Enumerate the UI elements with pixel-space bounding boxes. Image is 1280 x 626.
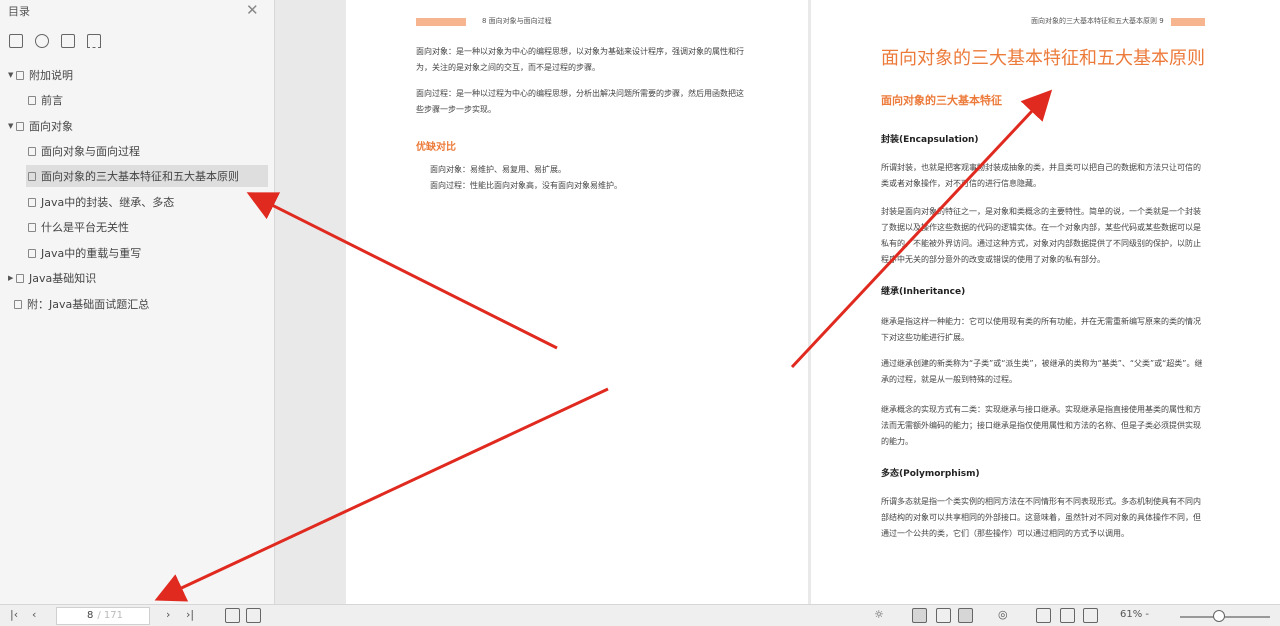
page-header: 8 面向对象与面向过程 [482, 17, 552, 25]
outline-item-label: 附：Java基础面试题汇总 [27, 298, 150, 311]
outline-expand-icon[interactable] [9, 34, 23, 48]
outline-item-selected[interactable]: 面向对象的三大基本特征和五大基本原则 [26, 165, 268, 187]
single-page-view-icon[interactable] [912, 608, 927, 623]
outline-item-label: 附加说明 [29, 69, 73, 82]
doc-icon [16, 121, 24, 131]
outline-collapse-icon[interactable] [35, 34, 49, 48]
document-view[interactable]: 8 面向对象与面向过程 面向对象：是一种以对象为中心的编程思想，以对象为基础来设… [276, 0, 1280, 604]
page-value: 8 [87, 610, 94, 621]
reading-mode-icon[interactable] [1083, 608, 1098, 623]
heading-inheritance: 继承(Inheritance) [881, 287, 966, 297]
outline-item[interactable]: 什么是平台无关性 [28, 216, 268, 238]
list-item: 面向对象：易维护、易复用、易扩展。 [430, 165, 566, 174]
paragraph: 继承概念的实现方式有二类：实现继承与接口继承。实现继承是指直接使用基类的属性和方… [881, 405, 1201, 446]
chapter-title: 面向对象的三大基本特征和五大基本原则 [881, 48, 1205, 69]
eye-protect-icon[interactable]: ☼ [874, 608, 884, 621]
outline-item[interactable]: 前言 [28, 89, 268, 111]
first-page-icon[interactable]: |‹ [10, 608, 18, 621]
caret-icon[interactable]: ▶ [8, 274, 16, 282]
paragraph: 所谓封装，也就是把客观事物封装成抽象的类，并且类可以把自己的数据和方法只让可信的… [881, 163, 1201, 188]
paragraph: 面向对象：是一种以对象为中心的编程思想，以对象为基础来设计程序，强调对象的属性和… [416, 47, 744, 72]
fullscreen-icon[interactable] [1060, 608, 1075, 623]
zoom-slider-handle[interactable] [1213, 610, 1225, 622]
fit-page-icon[interactable] [225, 608, 240, 623]
doc-icon [28, 222, 36, 232]
two-page-view-icon[interactable] [958, 608, 973, 623]
doc-icon [28, 146, 36, 156]
outline-item-label: Java中的封装、继承、多态 [41, 196, 175, 209]
outline-item-label: Java中的重载与重写 [41, 247, 142, 260]
outline-item[interactable]: Java中的重载与重写 [28, 242, 268, 264]
outline-item[interactable]: Java中的封装、继承、多态 [28, 191, 268, 213]
outline-item[interactable]: ▼ 面向对象 [8, 115, 268, 137]
bookmark-page-icon[interactable] [61, 34, 75, 48]
section-subtitle: 面向对象的三大基本特征 [881, 94, 1002, 107]
sidebar-toolbar [9, 34, 101, 48]
page-left: 8 面向对象与面向过程 面向对象：是一种以对象为中心的编程思想，以对象为基础来设… [346, 0, 808, 604]
header-page-badge [416, 18, 466, 26]
prev-page-icon[interactable]: ‹ [32, 608, 36, 621]
outline-item[interactable]: 面向对象与面向过程 [28, 140, 268, 162]
zoom-level[interactable]: 61% - [1120, 609, 1149, 620]
section-heading: 优缺对比 [416, 142, 456, 153]
outline-item[interactable]: ▼ 附加说明 [8, 64, 268, 86]
paragraph: 所谓多态就是指一个类实例的相同方法在不同情形有不同表现形式。多态机制使具有不同内… [881, 497, 1201, 538]
paragraph: 面向过程：是一种以过程为中心的编程思想，分析出解决问题所需要的步骤，然后用函数把… [416, 89, 744, 114]
paragraph: 继承是指这样一种能力：它可以使用现有类的所有功能，并在无需重新编写原来的类的情况… [881, 317, 1201, 342]
page-right: 面向对象的三大基本特征和五大基本原则 9 面向对象的三大基本特征和五大基本原则 … [811, 0, 1280, 604]
fit-width-icon[interactable] [1036, 608, 1051, 623]
next-page-icon[interactable]: › [166, 608, 170, 621]
heading-encapsulation: 封装(Encapsulation) [881, 135, 979, 145]
close-icon[interactable]: ✕ [246, 1, 259, 19]
doc-icon [28, 171, 36, 181]
outline-item-label: Java基础知识 [29, 272, 97, 285]
heading-polymorphism: 多态(Polymorphism) [881, 469, 980, 479]
rotate-icon[interactable] [246, 608, 261, 623]
outline-item-label: 面向对象与面向过程 [41, 145, 140, 158]
paragraph: 封装是面向对象的特征之一，是对象和类概念的主要特性。简单的说，一个类就是一个封装… [881, 207, 1201, 264]
doc-icon [28, 95, 36, 105]
list-item: 面向过程：性能比面向对象高，没有面向对象易维护。 [430, 181, 622, 190]
outline-item-label: 面向对象的三大基本特征和五大基本原则 [41, 170, 239, 183]
outline-item-label: 什么是平台无关性 [41, 221, 129, 234]
continuous-view-icon[interactable] [936, 608, 951, 623]
doc-icon [16, 70, 24, 80]
sidebar-title: 目录 [8, 5, 30, 18]
outline-item[interactable]: ▶ Java基础知识 [8, 267, 268, 289]
caret-icon[interactable]: ▼ [8, 71, 16, 79]
outline-item[interactable]: 附：Java基础面试题汇总 [14, 293, 268, 315]
last-page-icon[interactable]: ›| [186, 608, 194, 621]
bookmark-icon[interactable] [87, 34, 101, 48]
caret-icon[interactable]: ▼ [8, 122, 16, 130]
play-icon[interactable]: ◎ [998, 608, 1008, 621]
outline-item-label: 面向对象 [29, 120, 73, 133]
page-header: 面向对象的三大基本特征和五大基本原则 9 [1031, 17, 1164, 25]
outline-sidebar: 目录 ✕ ▼ 附加说明 前言 ▼ 面向对象 面向对象与面向过程 面向对象的三大基… [0, 0, 275, 604]
zoom-slider[interactable] [1180, 616, 1270, 618]
doc-icon [28, 197, 36, 207]
paragraph: 通过继承创建的新类称为“子类”或“派生类”，被继承的类称为“基类”、“父类”或“… [881, 359, 1203, 384]
outline-item-label: 前言 [41, 94, 63, 107]
doc-icon [16, 273, 24, 283]
doc-icon [28, 248, 36, 258]
header-page-badge [1171, 18, 1205, 26]
status-bar: |‹ ‹ 8/ 171 › ›| ☼ ◎ 61% - [0, 604, 1280, 626]
page-total: / 171 [97, 610, 124, 621]
doc-icon [14, 299, 22, 309]
page-number-input[interactable]: 8/ 171 [56, 607, 150, 625]
